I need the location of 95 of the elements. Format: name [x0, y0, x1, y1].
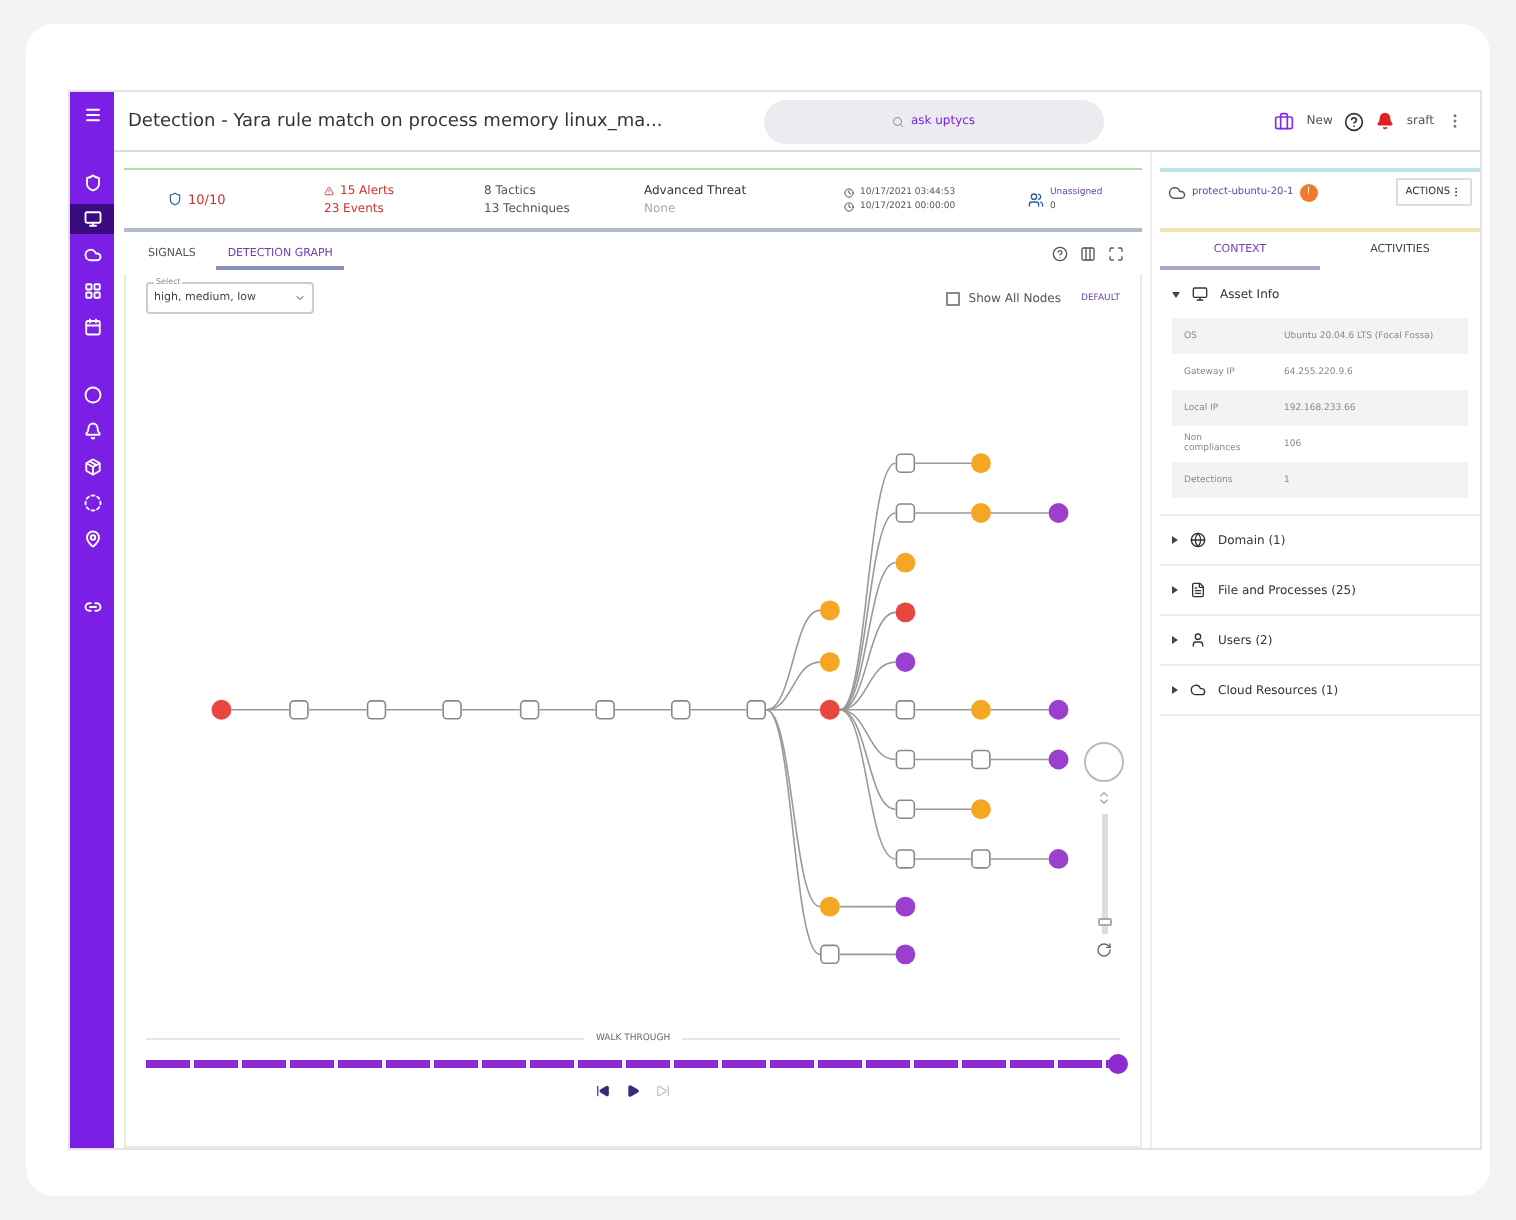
graph-edge — [461, 709, 521, 711]
sidebar-item[interactable] — [70, 204, 114, 234]
monitor-icon — [83, 210, 101, 228]
graph-node[interactable] — [971, 503, 991, 523]
graph-node[interactable] — [971, 749, 991, 770]
circle-icon — [83, 494, 101, 512]
graph-node[interactable] — [289, 700, 309, 720]
reset-icon[interactable] — [1096, 942, 1112, 958]
briefcase-icon[interactable] — [1274, 111, 1295, 131]
graph-edge — [689, 709, 748, 711]
graph-node[interactable] — [211, 699, 232, 720]
graph-node[interactable] — [895, 602, 916, 623]
bell-icon — [83, 422, 101, 440]
graph-node[interactable] — [819, 699, 840, 720]
globe-icon — [1190, 532, 1206, 548]
graph-node[interactable] — [819, 652, 840, 673]
caret-icon — [294, 292, 306, 304]
graph-node[interactable] — [895, 503, 916, 523]
graph-node[interactable] — [895, 552, 916, 573]
graph-node[interactable] — [895, 799, 916, 819]
shield-icon — [83, 174, 101, 192]
calendar-icon — [83, 318, 101, 336]
graph-node[interactable] — [895, 944, 916, 965]
columns-icon[interactable] — [1080, 246, 1096, 262]
graph-node[interactable] — [595, 700, 615, 720]
graph-edge — [839, 953, 897, 956]
link-icon — [83, 598, 101, 616]
graph-node[interactable] — [971, 799, 991, 820]
box-icon — [83, 458, 101, 476]
graph-node[interactable] — [670, 700, 691, 720]
expand-icon[interactable] — [1172, 686, 1178, 694]
graph-edge — [990, 512, 1050, 514]
graph-edge — [839, 905, 897, 908]
expand-icon[interactable] — [1172, 536, 1178, 544]
graph-node[interactable] — [895, 749, 916, 770]
graph-node[interactable] — [971, 453, 991, 474]
search-icon — [892, 115, 905, 127]
pin-icon — [83, 530, 101, 548]
graph-node[interactable] — [895, 896, 916, 917]
graph-node[interactable] — [895, 652, 916, 673]
graph-node[interactable] — [1048, 503, 1069, 523]
graph-edge — [614, 709, 672, 711]
cloud-icon — [83, 246, 101, 264]
grid-icon — [83, 282, 101, 300]
graph-node[interactable] — [1048, 699, 1069, 720]
graph-edge — [914, 462, 972, 465]
graph-edge — [990, 858, 1050, 860]
expand-icon[interactable] — [1172, 586, 1178, 594]
checkbox[interactable] — [946, 291, 961, 305]
rewind-button[interactable] — [596, 1084, 610, 1098]
graph-edge — [990, 758, 1050, 761]
graph-edge — [914, 758, 972, 761]
monitor-icon — [1192, 286, 1208, 302]
graph-edge — [308, 709, 368, 711]
graph-edge — [990, 709, 1050, 711]
clock-icon — [844, 201, 854, 211]
bell-icon[interactable] — [1376, 112, 1395, 130]
menu-icon — [83, 106, 101, 124]
graph-edge — [914, 709, 972, 711]
help-icon[interactable] — [1052, 246, 1068, 262]
page-title: Detection - Yara rule match on process memory linux_ma... — [128, 111, 665, 131]
graph-node[interactable] — [895, 453, 916, 473]
alert-icon — [324, 185, 334, 195]
graph-node[interactable] — [442, 700, 462, 720]
graph-node[interactable] — [820, 944, 840, 965]
play-button[interactable] — [626, 1084, 640, 1098]
graph-node[interactable] — [971, 849, 991, 869]
graph-edge — [914, 512, 972, 514]
graph-node[interactable] — [1048, 849, 1069, 869]
shield-icon — [168, 192, 182, 206]
graph-edge — [538, 709, 596, 711]
graph-node[interactable] — [366, 700, 387, 720]
expand-icon[interactable] — [1172, 636, 1178, 644]
clock-icon — [844, 187, 854, 197]
graph-node[interactable] — [819, 896, 840, 917]
graph-node[interactable] — [895, 849, 916, 869]
graph-node[interactable] — [746, 700, 766, 720]
graph-node[interactable] — [519, 700, 540, 720]
user-icon — [1190, 632, 1206, 648]
cloud-icon — [1168, 183, 1186, 201]
graph-node[interactable] — [1048, 749, 1069, 770]
users-icon — [1028, 191, 1044, 207]
fullscreen-icon[interactable] — [1108, 246, 1124, 262]
graph-node[interactable] — [819, 600, 840, 621]
expand-icon[interactable] — [1172, 291, 1180, 297]
graph-node[interactable] — [895, 700, 916, 720]
graph-edge — [230, 709, 290, 711]
cloud-icon — [1190, 682, 1206, 698]
graph-node[interactable] — [971, 699, 991, 720]
file-icon — [1190, 582, 1206, 598]
slider-thumb[interactable] — [1097, 918, 1111, 926]
graph-edge — [385, 709, 443, 711]
graph-edge — [914, 808, 972, 810]
help-icon[interactable] — [1344, 111, 1365, 131]
graph-edge — [914, 858, 972, 860]
